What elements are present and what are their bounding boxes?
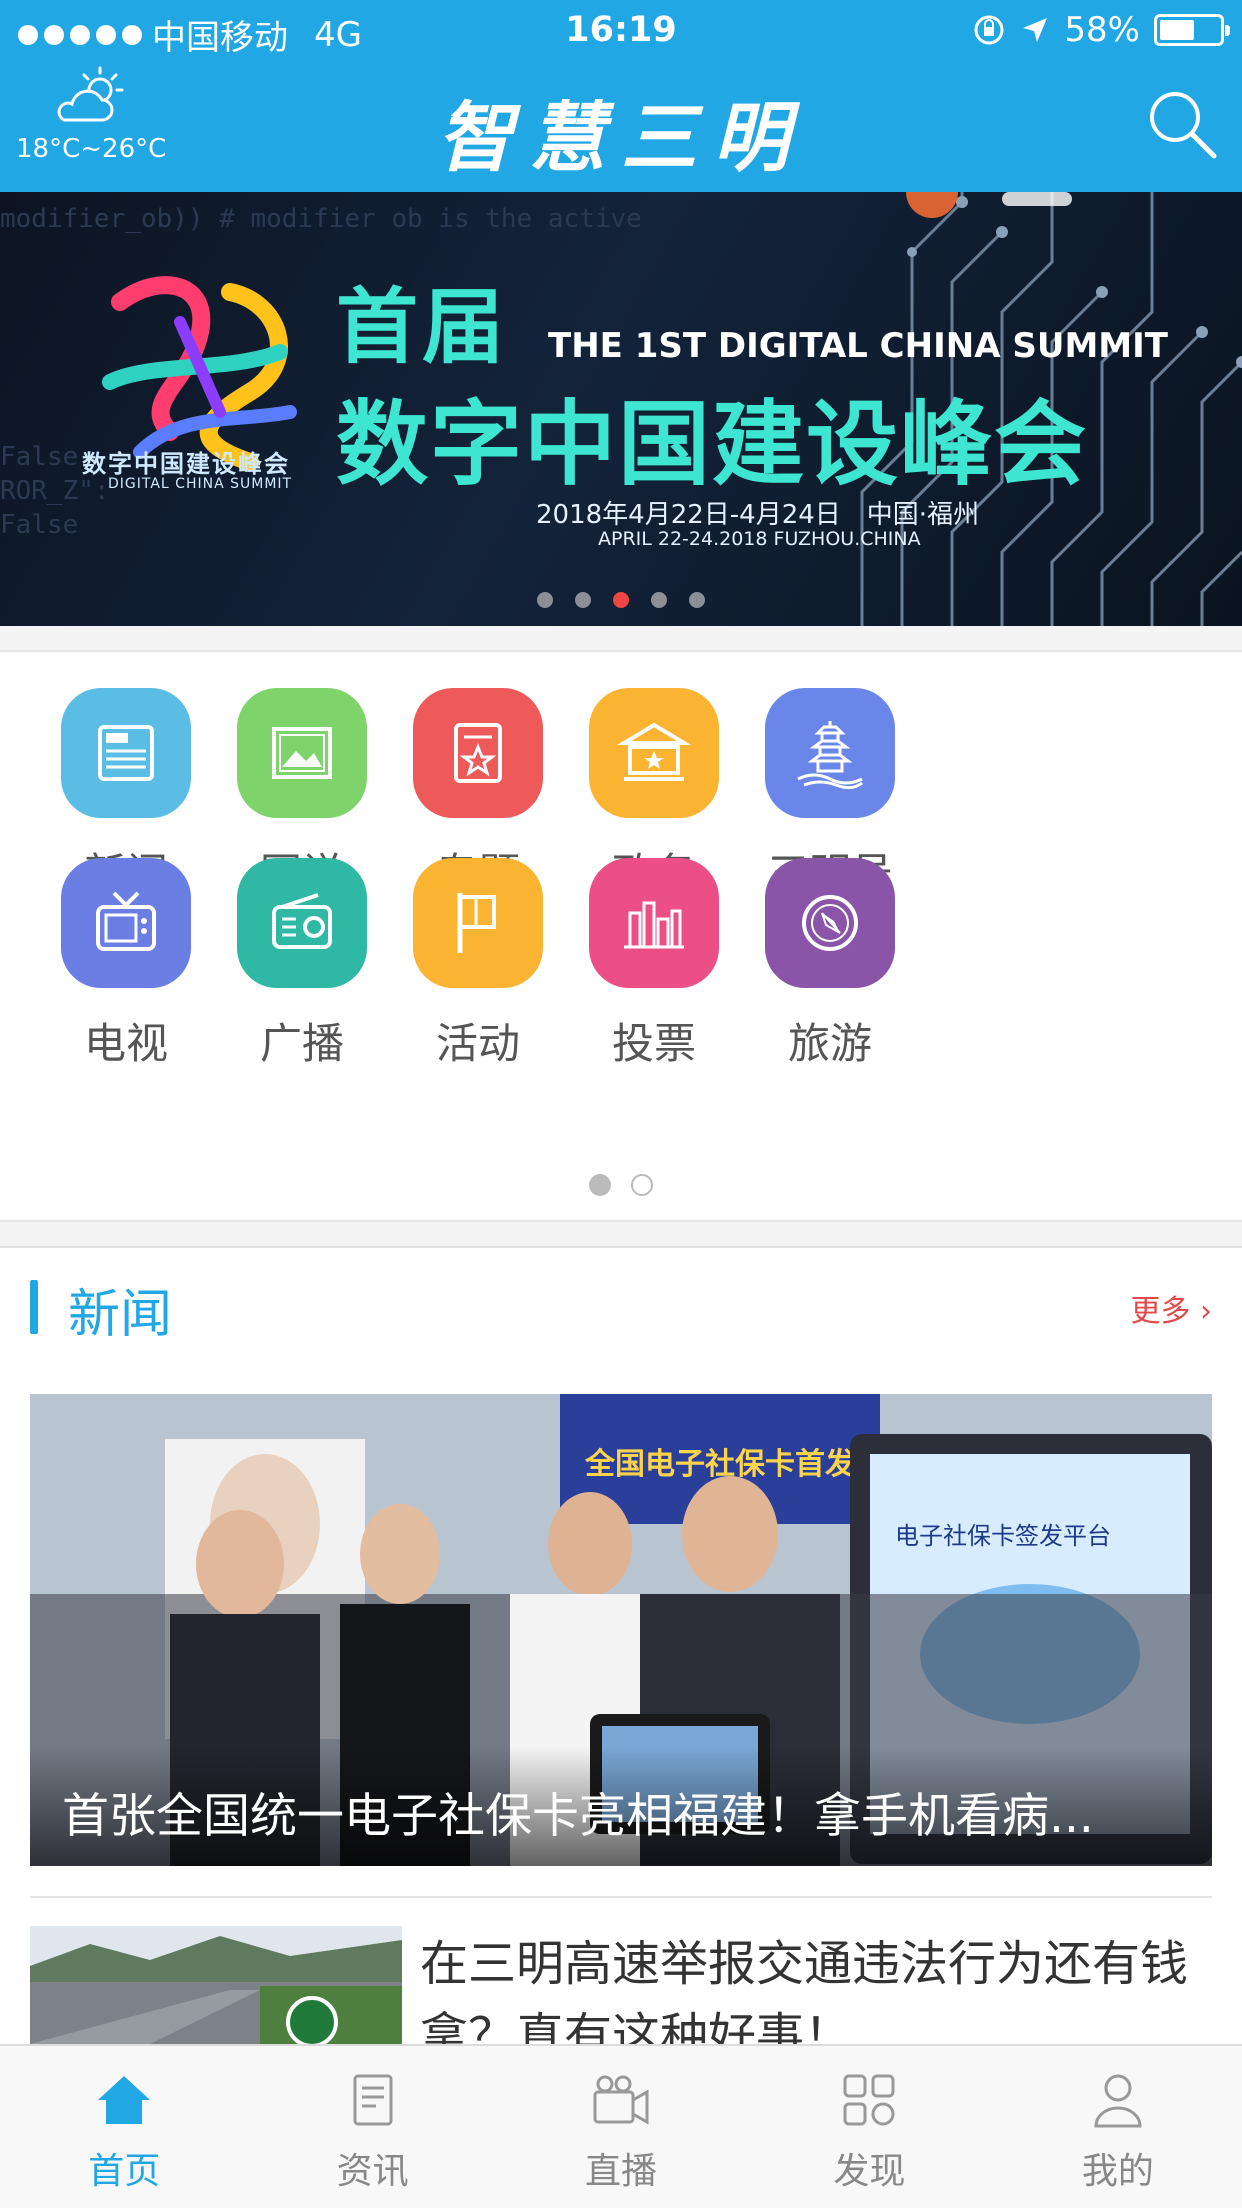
- app-title: 智慧三明: [437, 93, 805, 182]
- tv-icon: [61, 858, 191, 988]
- hero-sign-text: 全国电子社保卡首发: [584, 1447, 855, 1481]
- highway-photo: [30, 1926, 402, 2044]
- status-bar: 中国移动 4G 16:19 58%: [0, 0, 1242, 64]
- document-icon: [353, 2074, 393, 2126]
- grid-item-label: 旅游: [787, 1019, 872, 1068]
- compass-icon: [765, 858, 895, 988]
- search-button[interactable]: [1144, 86, 1220, 162]
- banner-dot[interactable]: [651, 592, 667, 608]
- status-indicators: 58%: [972, 10, 1230, 50]
- hero-screen-text: 电子社保卡签发平台: [895, 1523, 1111, 1550]
- section-separator: [0, 626, 1242, 650]
- news-hero-card[interactable]: 全国电子社保卡首发 电子社保卡签发平台 首张全国统一电子社保卡亮相福建！拿手机看…: [30, 1394, 1212, 1866]
- banner-dot[interactable]: [689, 592, 705, 608]
- home-icon: [98, 2076, 151, 2124]
- news-icon: [61, 688, 191, 818]
- video-camera-icon: [593, 2075, 649, 2125]
- banner-headline-main: 数字中国建设峰会: [336, 391, 1089, 498]
- tab-label: 直播: [585, 2151, 658, 2192]
- tab-home[interactable]: 首页: [0, 2046, 248, 2208]
- tab-label: 发现: [833, 2151, 906, 2192]
- banner-carousel[interactable]: modifier_ob)) # modifier ob is the activ…: [0, 192, 1242, 626]
- picture-icon: [237, 688, 367, 818]
- vote-icon: [589, 858, 719, 988]
- section-accent-bar: [30, 1280, 38, 1334]
- banner-page-indicator[interactable]: [0, 592, 1242, 608]
- tab-news[interactable]: 资讯: [248, 2046, 496, 2208]
- location-icon: [1023, 18, 1048, 42]
- government-icon: [589, 688, 719, 818]
- app-header: 中国移动 4G 16:19 58% 18°C~26°C 智慧三明: [0, 0, 1242, 192]
- banner-dot[interactable]: [537, 592, 553, 608]
- tab-profile[interactable]: 我的: [994, 2046, 1242, 2208]
- tab-label: 资讯: [336, 2151, 409, 2192]
- battery-icon: [1154, 14, 1230, 46]
- banner-date: 2018年4月22日-4月24日 中国·福州: [536, 500, 980, 530]
- banner-dot[interactable]: [575, 592, 591, 608]
- bottom-tab-bar: 首页 资讯 直播 发现 我的: [0, 2044, 1242, 2208]
- tab-label: 我的: [1081, 2151, 1154, 2192]
- banner-headline-en: THE 1ST DIGITAL CHINA SUMMIT: [548, 326, 1168, 366]
- section-separator: [0, 1222, 1242, 1248]
- hero-news-title: 首张全国统一电子社保卡亮相福建！拿手机看病...: [62, 1789, 1094, 1844]
- flag-icon: [413, 858, 543, 988]
- grid-apps-icon: [843, 2074, 895, 2126]
- battery-percent: 58%: [1064, 10, 1140, 50]
- grid-page-dot[interactable]: [631, 1174, 653, 1196]
- grid-item-compass[interactable]: 旅游: [706, 858, 954, 1071]
- more-link[interactable]: 更多 ›: [1130, 1286, 1212, 1330]
- tab-label: 首页: [88, 2151, 161, 2192]
- list-divider: [30, 1896, 1212, 1898]
- pagoda-icon: [765, 688, 895, 818]
- search-icon: [1150, 92, 1217, 159]
- logo-caption-en: DIGITAL CHINA SUMMIT: [108, 476, 293, 492]
- banner-date-en: APRIL 22-24.2018 FUZHOU.CHINA: [598, 528, 921, 550]
- category-grid: 新闻图说专题政务三明号电视广播活动投票旅游: [0, 650, 1242, 1222]
- news-section-header: 新闻 更多 ›: [0, 1250, 1242, 1370]
- radio-icon: [237, 858, 367, 988]
- grid-page-dot[interactable]: [589, 1174, 611, 1196]
- topic-icon: [413, 688, 543, 818]
- banner-headline-first: 首届: [336, 280, 509, 375]
- rotation-lock-icon: [974, 15, 1004, 45]
- user-icon: [1094, 2074, 1142, 2128]
- news-item-title[interactable]: 在三明高速举报交通违法行为还有钱拿？真有这种好事！: [420, 1928, 1220, 2046]
- grid-page-indicator[interactable]: [0, 1174, 1242, 1196]
- tab-discover[interactable]: 发现: [745, 2046, 993, 2208]
- tab-live[interactable]: 直播: [497, 2046, 745, 2208]
- news-item-thumbnail[interactable]: [30, 1926, 402, 2044]
- banner-dot[interactable]: [613, 592, 629, 608]
- section-title: 新闻: [68, 1285, 173, 1345]
- logo-caption: 数字中国建设峰会: [82, 450, 290, 478]
